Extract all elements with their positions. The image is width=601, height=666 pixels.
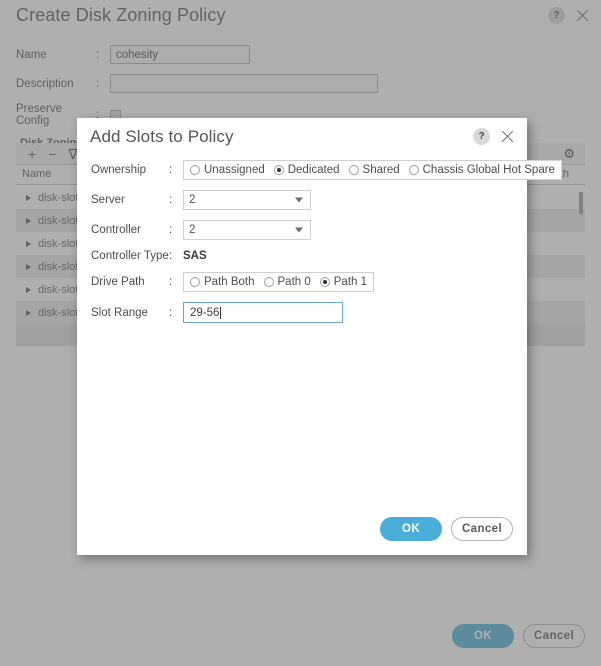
server-row: Server : 2	[91, 190, 513, 210]
radio-label: Chassis Global Hot Spare	[422, 164, 555, 176]
drive-path-radio-group: Path Both Path 0 Path 1	[183, 272, 375, 292]
radio-drive-path-1[interactable]: Path 1	[319, 276, 368, 288]
add-slots-modal: Add Slots to Policy ? Ownership : Unassi…	[77, 118, 562, 555]
controller-type-value: SAS	[183, 250, 207, 262]
radio-label: Path 1	[333, 276, 368, 288]
modal-cancel-button[interactable]: Cancel	[451, 517, 513, 541]
ownership-radio-group: Unassigned Dedicated Shared Chassis Glob…	[183, 160, 562, 180]
radio-label: Unassigned	[204, 164, 265, 176]
radio-label: Shared	[362, 164, 400, 176]
server-colon: :	[169, 194, 173, 206]
radio-label: Dedicated	[287, 164, 340, 176]
help-icon[interactable]: ?	[473, 128, 490, 145]
radio-icon	[190, 165, 200, 175]
controller-type-colon: :	[169, 250, 173, 262]
radio-label: Path Both	[204, 276, 255, 288]
chevron-down-icon	[295, 197, 303, 203]
radio-drive-path-0[interactable]: Path 0	[263, 276, 311, 288]
server-label: Server	[91, 194, 125, 206]
modal-header: Add Slots to Policy ?	[77, 118, 527, 160]
close-icon[interactable]	[499, 128, 516, 145]
ownership-row: Ownership : Unassigned Dedicated Shared	[91, 160, 562, 180]
text-cursor	[220, 306, 222, 319]
radio-icon	[348, 165, 359, 175]
radio-icon	[263, 277, 274, 287]
chevron-down-icon	[295, 227, 303, 233]
radio-icon	[319, 277, 330, 287]
controller-row: Controller : 2	[91, 220, 513, 240]
controller-selected-value: 2	[189, 224, 196, 236]
radio-icon	[273, 165, 284, 175]
modal-body: Ownership : Unassigned Dedicated Shared	[77, 160, 562, 323]
slot-range-input[interactable]: 29-56	[183, 302, 343, 323]
modal-footer: OK Cancel	[380, 517, 513, 541]
drive-path-row: Drive Path : Path Both Path 0 Path 1	[91, 272, 513, 292]
drive-path-colon: :	[169, 276, 173, 288]
controller-colon: :	[169, 224, 173, 236]
radio-icon	[408, 165, 419, 175]
ownership-label: Ownership	[91, 164, 146, 176]
controller-label: Controller	[91, 224, 141, 236]
slot-range-label: Slot Range	[91, 306, 148, 319]
radio-ownership-dedicated[interactable]: Dedicated	[273, 164, 340, 176]
server-select[interactable]: 2	[183, 190, 311, 210]
radio-label: Path 0	[277, 276, 311, 288]
radio-ownership-chassis-global-hot-spare[interactable]: Chassis Global Hot Spare	[408, 164, 555, 176]
radio-ownership-unassigned[interactable]: Unassigned	[190, 164, 265, 176]
slot-range-colon: :	[169, 306, 173, 319]
radio-drive-path-both[interactable]: Path Both	[190, 276, 255, 288]
controller-select[interactable]: 2	[183, 220, 311, 240]
modal-ok-button[interactable]: OK	[380, 517, 442, 541]
slot-range-row: Slot Range : 29-56	[91, 302, 513, 323]
radio-ownership-shared[interactable]: Shared	[348, 164, 400, 176]
controller-type-row: Controller Type : SAS	[91, 250, 513, 262]
ownership-colon: :	[169, 164, 173, 176]
modal-header-icons: ?	[473, 128, 516, 145]
radio-icon	[190, 277, 200, 287]
slot-range-value: 29-56	[190, 306, 220, 319]
server-selected-value: 2	[189, 194, 196, 206]
modal-title: Add Slots to Policy	[90, 127, 234, 146]
controller-type-label: Controller Type	[91, 250, 169, 262]
drive-path-label: Drive Path	[91, 276, 145, 288]
